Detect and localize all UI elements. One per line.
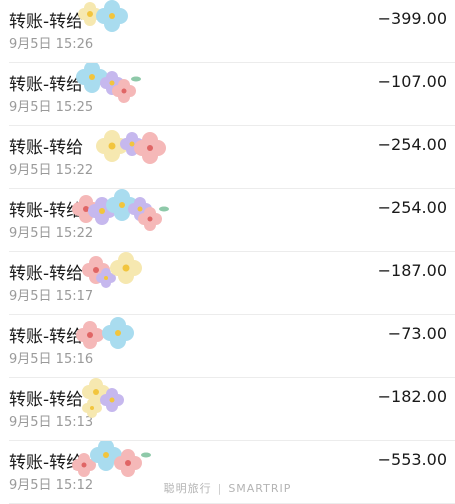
transaction-amount: −254.00: [377, 135, 447, 154]
transaction-title: 转账-转给: [9, 138, 84, 158]
transaction-row[interactable]: 转账-转给 9月5日 15:16 −73.00: [0, 315, 455, 378]
transaction-title: 转账-转给: [9, 327, 84, 347]
transaction-amount: −553.00: [377, 450, 447, 469]
watermark-brand-en: SMARTRIP: [228, 482, 292, 495]
flower-sticker-icon: [76, 317, 134, 349]
transaction-title: 转账-转给: [9, 264, 84, 284]
transaction-amount: −107.00: [377, 72, 447, 91]
transaction-row[interactable]: 转账-转给 9月5日 15:17 −187.00: [0, 252, 455, 315]
transaction-time: 9月5日 15:22: [9, 163, 94, 178]
transaction-amount: −187.00: [377, 261, 447, 280]
watermark-brand-cn: 聪明旅行: [163, 482, 212, 495]
flower-sticker-icon: [96, 130, 166, 164]
transaction-amount: −73.00: [387, 324, 447, 343]
flower-sticker-icon: [78, 0, 128, 32]
transaction-row[interactable]: 转账-转给 9月5日 15:22 −254.00: [0, 126, 455, 189]
flower-sticker-icon: [82, 378, 124, 418]
transaction-title: 转账-转给: [9, 390, 84, 410]
transaction-title: 转账-转给: [9, 12, 84, 32]
transaction-row[interactable]: 转账-转给 9月5日 15:26 −399.00: [0, 0, 455, 63]
transaction-row[interactable]: 转账-转给 9月5日 15:13 −182.00: [0, 378, 455, 441]
watermark: 聪明旅行 | SMARTRIP: [0, 480, 455, 496]
transaction-amount: −399.00: [377, 9, 447, 28]
watermark-separator: |: [217, 482, 223, 495]
flower-sticker-icon: [72, 189, 169, 231]
transaction-row[interactable]: 转账-转给 9月5日 15:25 −107.00: [0, 63, 455, 126]
transaction-row[interactable]: 转账-转给 9月5日 15:22 −254.00: [0, 189, 455, 252]
flower-sticker-icon: [82, 252, 142, 288]
flower-sticker-icon: [76, 63, 141, 103]
transaction-amount: −254.00: [377, 198, 447, 217]
transaction-list: 转账-转给 9月5日 15:26 −399.00 转账-转给 9月5日 15:2…: [0, 0, 455, 504]
transaction-amount: −182.00: [377, 387, 447, 406]
